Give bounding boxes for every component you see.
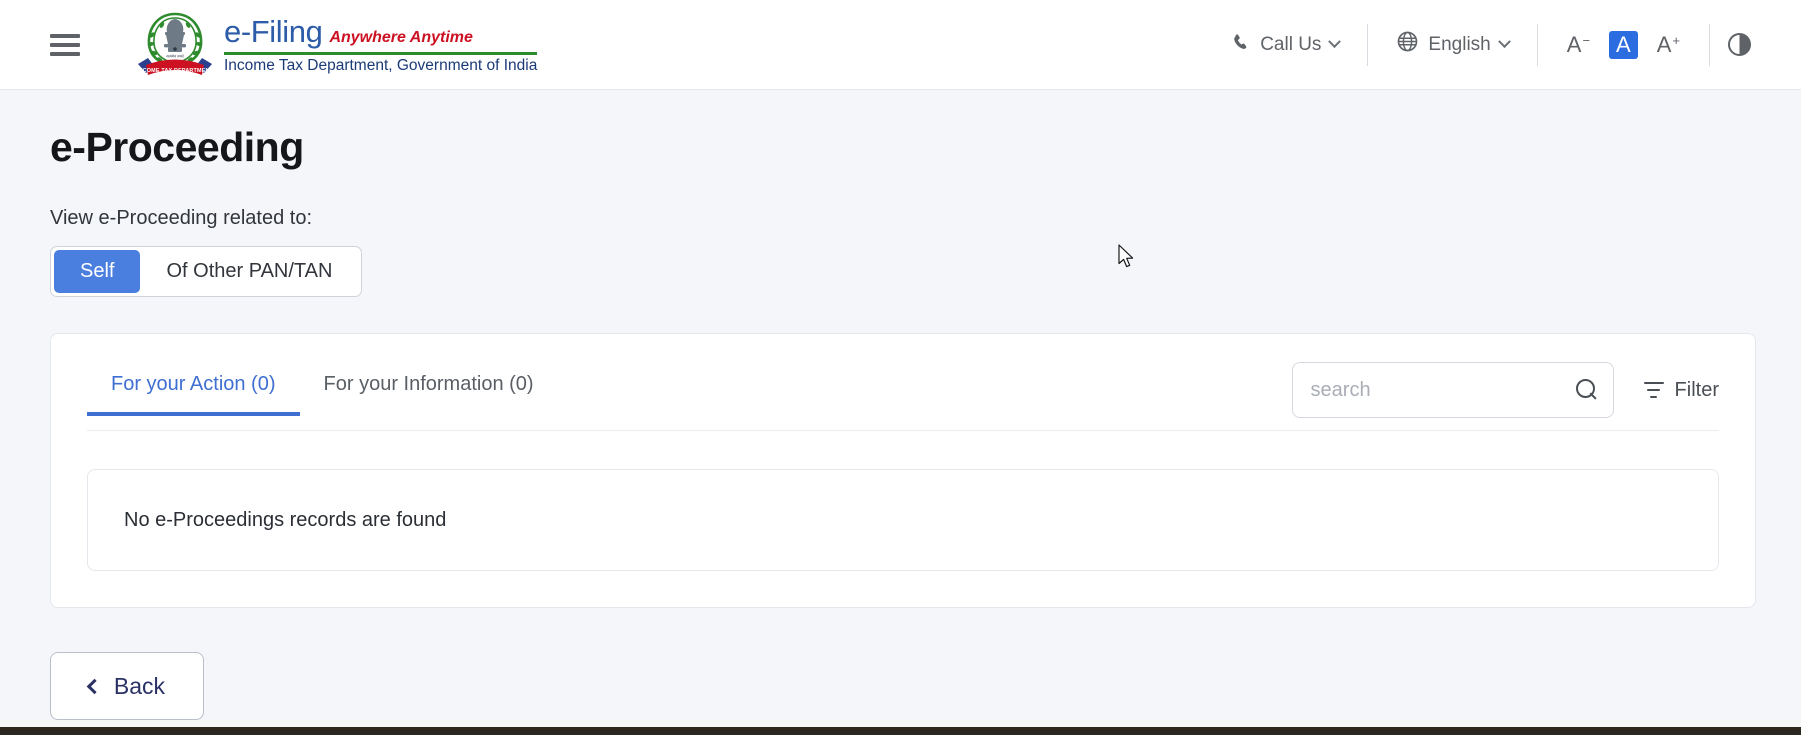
font-size-normal-label: A — [1616, 31, 1631, 57]
filter-bar — [1643, 382, 1664, 385]
svg-text:सत्यमेव जयते: सत्यमेव जयते — [166, 53, 184, 58]
proceedings-tabs: For your Action (0) For your Information… — [87, 360, 558, 416]
view-scope-toggle-group: Self Of Other PAN/TAN — [50, 246, 363, 297]
back-button[interactable]: Back — [50, 652, 204, 720]
font-size-decrease-sup: − — [1582, 32, 1591, 48]
svg-text:INCOME TAX DEPARTMENT: INCOME TAX DEPARTMENT — [137, 68, 214, 74]
search-icon[interactable] — [1575, 379, 1598, 401]
filter-bar — [1647, 388, 1661, 392]
font-size-controls: A − A A + — [1548, 30, 1699, 59]
back-button-label: Back — [113, 672, 166, 699]
call-us-label: Call Us — [1260, 33, 1322, 55]
header-divider — [1709, 23, 1710, 66]
bottom-edge-strip — [0, 727, 1801, 735]
main-content: e-Proceeding View e-Proceeding related t… — [0, 124, 1801, 720]
language-label: English — [1428, 33, 1491, 55]
font-size-increase-button[interactable]: A + — [1652, 32, 1685, 58]
hamburger-bar — [50, 33, 80, 38]
filter-button[interactable]: Filter — [1643, 378, 1719, 402]
brand-subtitle: Income Tax Department, Government of Ind… — [224, 57, 538, 74]
brand-tagline: Anywhere Anytime — [329, 29, 473, 46]
brand-title: e-Filing — [224, 14, 323, 49]
call-us-dropdown[interactable]: Call Us — [1213, 32, 1357, 58]
hamburger-bar — [50, 42, 80, 47]
globe-icon — [1396, 30, 1419, 59]
toggle-option-other-pan-tan[interactable]: Of Other PAN/TAN — [140, 250, 358, 293]
empty-state-box: No e-Proceedings records are found — [87, 469, 1719, 571]
filter-bar — [1650, 395, 1658, 398]
header-divider — [1536, 23, 1538, 66]
font-size-normal-button[interactable]: A — [1609, 30, 1638, 59]
proceedings-card: For your Action (0) For your Information… — [50, 333, 1756, 608]
toggle-option-self[interactable]: Self — [54, 250, 141, 293]
hamburger-bar — [50, 51, 80, 56]
font-size-increase-label: A — [1656, 31, 1672, 57]
brand-divider-rule — [224, 52, 538, 55]
phone-icon — [1231, 32, 1251, 58]
chevron-down-icon — [1497, 35, 1511, 49]
hamburger-menu-icon[interactable] — [50, 33, 80, 56]
contrast-toggle-icon[interactable] — [1728, 33, 1751, 56]
tab-for-your-action[interactable]: For your Action (0) — [87, 361, 300, 416]
india-emblem-income-tax-logo-icon: सत्यमेव जयते INCOME TAX DEPARTMENT — [132, 8, 218, 82]
header-actions: Call Us English A − A A + — [1213, 0, 1773, 89]
page-title: e-Proceeding — [50, 124, 304, 170]
filter-icon — [1643, 382, 1664, 398]
search-input[interactable] — [1310, 378, 1576, 402]
brand-logo[interactable]: सत्यमेव जयते INCOME TAX DEPARTMENT e-Fil… — [132, 8, 538, 82]
search-box[interactable] — [1291, 362, 1614, 418]
filter-label: Filter — [1674, 378, 1719, 401]
chevron-down-icon — [1328, 35, 1342, 49]
tab-for-your-information[interactable]: For your Information (0) — [300, 361, 558, 416]
brand-text: e-Filing Anywhere Anytime Income Tax Dep… — [224, 14, 538, 75]
brand-title-row: e-Filing Anywhere Anytime — [224, 14, 537, 50]
language-dropdown[interactable]: English — [1378, 30, 1526, 59]
empty-state-message: No e-Proceedings records are found — [124, 508, 447, 531]
chevron-left-icon — [86, 678, 103, 694]
card-header: For your Action (0) For your Information… — [87, 334, 1719, 431]
card-tools: Filter — [1291, 360, 1719, 430]
font-size-increase-sup: + — [1672, 32, 1680, 48]
font-size-decrease-button[interactable]: A − — [1562, 32, 1595, 58]
view-related-label: View e-Proceeding related to: — [50, 207, 313, 229]
header-divider — [1367, 23, 1369, 66]
font-size-decrease-label: A — [1566, 31, 1582, 57]
site-header: सत्यमेव जयते INCOME TAX DEPARTMENT e-Fil… — [0, 0, 1801, 90]
